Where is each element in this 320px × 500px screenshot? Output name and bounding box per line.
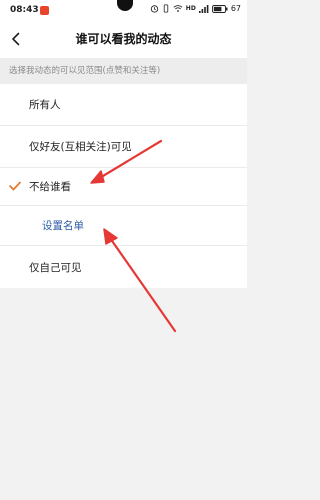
option-label: 不给谁看: [29, 181, 71, 193]
notification-icon: [40, 6, 49, 15]
camera-notch: [117, 0, 133, 11]
battery-level: 67: [230, 4, 241, 13]
signal-icon: [198, 4, 209, 13]
set-list-button[interactable]: 设置名单: [0, 206, 247, 246]
page-title: 谁可以看我的动态: [75, 32, 172, 46]
vibrate-icon: [163, 4, 169, 13]
checkmark-icon: [9, 181, 21, 191]
status-time: 08:43: [10, 5, 39, 15]
status-icons: HD 67: [150, 4, 241, 13]
section-hint: 选择我动态的可以见范围(点赞和关注等): [0, 58, 247, 84]
set-list-label: 设置名单: [42, 220, 84, 232]
battery-icon: [211, 4, 228, 13]
wifi-icon: [173, 5, 183, 12]
option-label: 所有人: [29, 99, 61, 111]
visibility-options: 所有人 仅好友(互相关注)可见 不给谁看 设置名单 仅自己可见: [0, 84, 247, 288]
option-label: 仅好友(互相关注)可见: [29, 141, 132, 153]
option-label: 仅自己可见: [29, 261, 82, 274]
status-bar: 08:43 HD 67: [0, 0, 247, 20]
option-hide-from[interactable]: 不给谁看: [0, 168, 247, 206]
option-friends-only[interactable]: 仅好友(互相关注)可见: [0, 126, 247, 168]
alarm-icon: [150, 5, 158, 13]
nav-bar: 谁可以看我的动态: [0, 20, 247, 58]
network-type-label: HD: [185, 5, 196, 12]
option-everyone[interactable]: 所有人: [0, 84, 247, 126]
option-only-me[interactable]: 仅自己可见: [0, 246, 247, 288]
